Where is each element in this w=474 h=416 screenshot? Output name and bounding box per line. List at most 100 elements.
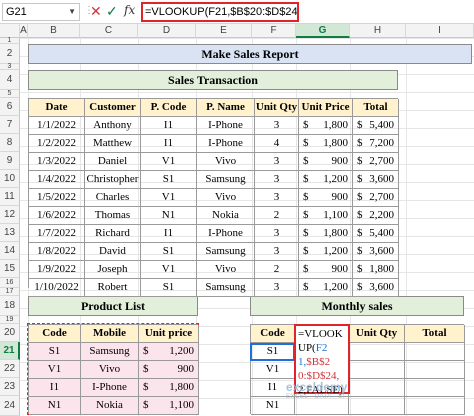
row-header-22[interactable]: 22 <box>0 360 20 378</box>
row-header-8[interactable]: 8 <box>0 134 20 152</box>
sales-cell[interactable]: 1/8/2022 <box>29 243 85 261</box>
sales-cell[interactable]: 3 <box>255 243 299 261</box>
insert-function-icon[interactable]: fx <box>124 3 135 17</box>
sales-cell[interactable]: $2,700 <box>353 153 399 171</box>
product-code-cell[interactable]: S1 <box>29 343 81 361</box>
monthly-empty-cell[interactable] <box>405 343 465 361</box>
row-header-15[interactable]: 15 <box>0 260 20 278</box>
monthly-empty-cell[interactable] <box>405 361 465 379</box>
product-code-cell[interactable]: V1 <box>29 361 81 379</box>
sales-cell[interactable]: S1 <box>141 243 197 261</box>
sales-cell[interactable]: 3 <box>255 153 299 171</box>
column-header-i[interactable]: I <box>406 24 474 38</box>
row-header-14[interactable]: 14 <box>0 242 20 260</box>
row-header-20[interactable]: 20 <box>0 324 20 342</box>
sales-cell[interactable]: $900 <box>299 189 353 207</box>
sales-cell[interactable]: Christopher <box>85 171 141 189</box>
select-all-corner[interactable] <box>0 24 20 38</box>
row-header-9[interactable]: 9 <box>0 152 20 170</box>
column-header-c[interactable]: C <box>80 24 138 38</box>
product-code-cell[interactable]: I1 <box>29 379 81 397</box>
sales-cell[interactable]: David <box>85 243 141 261</box>
monthly-empty-cell[interactable] <box>349 379 405 397</box>
monthly-empty-cell[interactable] <box>349 397 405 415</box>
sales-cell[interactable]: $1,200 <box>299 243 353 261</box>
row-header-24[interactable]: 24 <box>0 396 20 416</box>
sales-cell[interactable]: $1,100 <box>299 207 353 225</box>
sales-cell[interactable]: Robert <box>85 279 141 297</box>
sales-cell[interactable]: 1/2/2022 <box>29 135 85 153</box>
row-header-10[interactable]: 10 <box>0 170 20 188</box>
sales-cell[interactable]: Samsung <box>197 171 255 189</box>
product-mobile-cell[interactable]: Samsung <box>81 343 139 361</box>
sales-cell[interactable]: 3 <box>255 279 299 297</box>
sales-cell[interactable]: 1/10/2022 <box>29 279 85 297</box>
sales-cell[interactable]: Nokia <box>197 207 255 225</box>
sales-cell[interactable]: $900 <box>299 261 353 279</box>
sales-cell[interactable]: Samsung <box>197 279 255 297</box>
product-mobile-cell[interactable]: Nokia <box>81 397 139 415</box>
name-box[interactable]: G21 ▼ <box>2 3 80 21</box>
chevron-down-icon[interactable]: ▼ <box>68 4 76 20</box>
sales-cell[interactable]: 2 <box>255 261 299 279</box>
sales-cell[interactable]: Daniel <box>85 153 141 171</box>
column-header-a[interactable]: A <box>20 24 28 38</box>
sales-cell[interactable]: Vivo <box>197 261 255 279</box>
sales-cell[interactable]: Samsung <box>197 243 255 261</box>
formula-input[interactable]: =VLOOKUP(F21,$B$20:$D$24,2,FALSE) <box>141 2 299 22</box>
sales-cell[interactable]: $1,200 <box>299 171 353 189</box>
column-header-b[interactable]: B <box>28 24 80 38</box>
sales-cell[interactable]: $1,800 <box>299 117 353 135</box>
monthly-empty-cell[interactable] <box>405 379 465 397</box>
sales-cell[interactable]: Richard <box>85 225 141 243</box>
sales-cell[interactable]: 4 <box>255 135 299 153</box>
sales-cell[interactable]: V1 <box>141 153 197 171</box>
row-header-16[interactable]: 16 <box>0 278 20 288</box>
sales-cell[interactable]: $3,600 <box>353 243 399 261</box>
sales-cell[interactable]: I-Phone <box>197 225 255 243</box>
row-header-13[interactable]: 13 <box>0 224 20 242</box>
sales-cell[interactable]: 2 <box>255 207 299 225</box>
sales-cell[interactable]: $1,800 <box>299 135 353 153</box>
product-price-cell[interactable]: $1,100 <box>139 397 199 415</box>
sales-cell[interactable]: $1,800 <box>353 261 399 279</box>
sales-cell[interactable]: 3 <box>255 189 299 207</box>
row-header-18[interactable]: 18 <box>0 296 20 316</box>
sales-cell[interactable]: 1/4/2022 <box>29 171 85 189</box>
sales-cell[interactable]: $2,700 <box>353 189 399 207</box>
sales-cell[interactable]: Vivo <box>197 153 255 171</box>
sales-cell[interactable]: $3,600 <box>353 171 399 189</box>
monthly-empty-cell[interactable] <box>349 361 405 379</box>
column-header-d[interactable]: D <box>138 24 196 38</box>
sales-cell[interactable]: V1 <box>141 189 197 207</box>
sales-cell[interactable]: 1/3/2022 <box>29 153 85 171</box>
column-header-e[interactable]: E <box>196 24 252 38</box>
sales-cell[interactable]: Joseph <box>85 261 141 279</box>
row-header-6[interactable]: 6 <box>0 98 20 116</box>
product-code-cell[interactable]: N1 <box>29 397 81 415</box>
product-mobile-cell[interactable]: Vivo <box>81 361 139 379</box>
sales-cell[interactable]: Matthew <box>85 135 141 153</box>
sales-cell[interactable]: Anthony <box>85 117 141 135</box>
product-price-cell[interactable]: $1,800 <box>139 379 199 397</box>
monthly-empty-cell[interactable] <box>349 343 405 361</box>
sales-cell[interactable]: 1/5/2022 <box>29 189 85 207</box>
column-header-f[interactable]: F <box>252 24 296 38</box>
sales-cell[interactable]: Thomas <box>85 207 141 225</box>
row-header-21[interactable]: 21 <box>0 342 20 360</box>
sales-cell[interactable]: N1 <box>141 207 197 225</box>
sales-cell[interactable]: $2,200 <box>353 207 399 225</box>
sales-cell[interactable]: S1 <box>141 279 197 297</box>
sales-cell[interactable]: $5,400 <box>353 225 399 243</box>
row-header-19[interactable]: 19 <box>0 316 20 324</box>
sales-cell[interactable]: I-Phone <box>197 135 255 153</box>
sales-cell[interactable]: $1,800 <box>299 225 353 243</box>
sales-cell[interactable]: I1 <box>141 117 197 135</box>
sales-cell[interactable]: $1,200 <box>299 279 353 297</box>
row-header-7[interactable]: 7 <box>0 116 20 134</box>
sales-cell[interactable]: 1/6/2022 <box>29 207 85 225</box>
sales-cell[interactable]: Charles <box>85 189 141 207</box>
sales-cell[interactable]: 1/7/2022 <box>29 225 85 243</box>
product-price-cell[interactable]: $1,200 <box>139 343 199 361</box>
sales-cell[interactable]: $7,200 <box>353 135 399 153</box>
